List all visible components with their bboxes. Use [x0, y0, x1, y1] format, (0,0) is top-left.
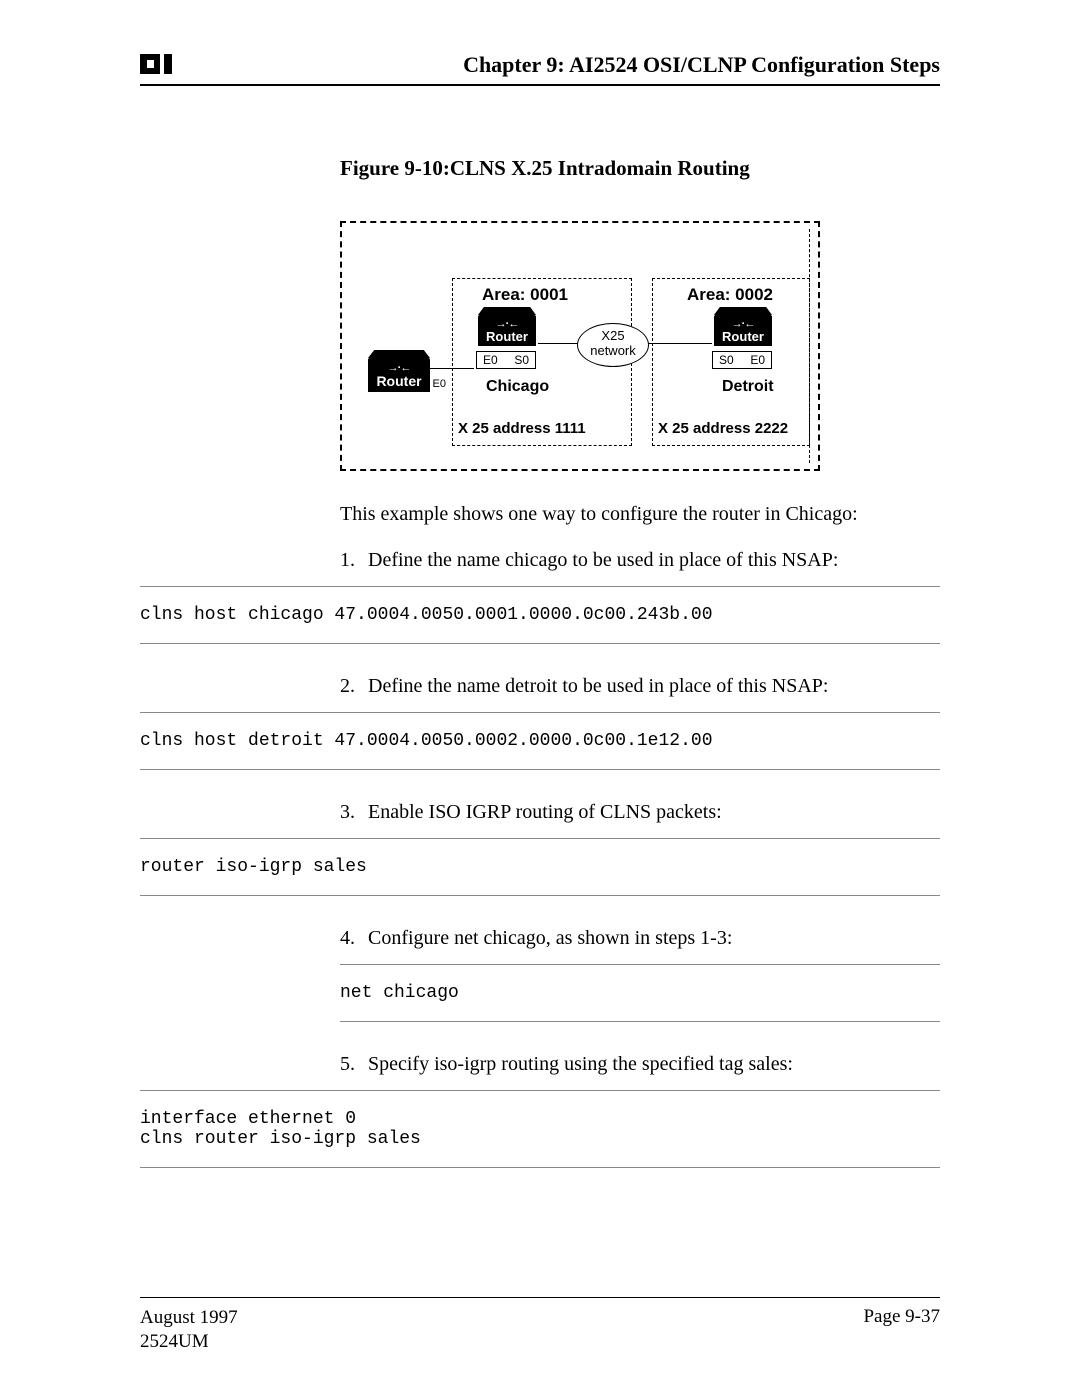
footer-docid: 2524UM	[140, 1331, 209, 1352]
step-item: 3. Enable ISO IGRP routing of CLNS packe…	[340, 798, 940, 826]
router-icon-chicago: →·← Router	[478, 315, 536, 346]
intro-text: This example shows one way to configure …	[340, 501, 940, 528]
x25-network-cloud: X25 network	[577, 323, 649, 367]
content-area: Figure 9-10:CLNS X.25 Intradomain Routin…	[340, 156, 940, 574]
logo-icon	[140, 50, 180, 78]
step-number: 4.	[340, 924, 368, 952]
city-label-detroit: Detroit	[722, 378, 774, 396]
area-label-2: Area: 0002	[687, 285, 773, 305]
link-line	[648, 343, 712, 344]
step-text: Enable ISO IGRP routing of CLNS packets:	[368, 798, 722, 826]
network-diagram: Area: 0001 Area: 0002 →·← Router E0 →·← …	[340, 221, 820, 471]
step-item: 2. Define the name detroit to be used in…	[340, 672, 940, 700]
page-header: Chapter 9: AI2524 OSI/CLNP Configuration…	[140, 50, 940, 86]
page-container: Chapter 9: AI2524 OSI/CLNP Configuration…	[0, 0, 1080, 1236]
router-icon-left: →·← Router E0	[368, 358, 430, 392]
step-number: 1.	[340, 546, 368, 574]
x25-label: network	[590, 343, 636, 358]
router-ports-detroit: S0 E0	[712, 351, 772, 369]
step-item: 5. Specify iso-igrp routing using the sp…	[340, 1050, 940, 1078]
link-line	[538, 343, 580, 344]
page-footer: August 1997 2524UM Page 9-37	[140, 1297, 940, 1355]
step-list: 1. Define the name chicago to be used in…	[340, 546, 940, 574]
code-block-5: interface ethernet 0 clns router iso-igr…	[140, 1090, 940, 1168]
port-e0: E0	[750, 353, 765, 367]
footer-date: August 1997	[140, 1307, 238, 1328]
router-ports-chicago: E0 S0	[476, 351, 536, 369]
port-s0: S0	[514, 353, 529, 367]
port-s0: S0	[719, 353, 734, 367]
area-label-1: Area: 0001	[482, 285, 568, 305]
port-e0: E0	[483, 353, 498, 367]
x25-address-2: X 25 address 2222	[658, 420, 788, 437]
link-line	[430, 368, 474, 369]
x25-address-1: X 25 address 1111	[458, 420, 586, 437]
step-item: 1. Define the name chicago to be used in…	[340, 546, 940, 574]
code-block-1: clns host chicago 47.0004.0050.0001.0000…	[140, 586, 940, 644]
chapter-title: Chapter 9: AI2524 OSI/CLNP Configuration…	[463, 52, 940, 78]
code-block-2: clns host detroit 47.0004.0050.0002.0000…	[140, 712, 940, 770]
step-text: Define the name detroit to be used in pl…	[368, 672, 828, 700]
x25-label: X25	[601, 328, 624, 343]
router-icon-detroit: →·← Router	[714, 315, 772, 346]
router-label: Router	[722, 329, 764, 344]
code-block-3: router iso-igrp sales	[140, 838, 940, 896]
step-number: 3.	[340, 798, 368, 826]
step-number: 2.	[340, 672, 368, 700]
step-text: Define the name chicago to be used in pl…	[368, 546, 838, 574]
router-label: Router	[376, 373, 421, 389]
step-number: 5.	[340, 1050, 368, 1078]
figure-caption: Figure 9-10:CLNS X.25 Intradomain Routin…	[340, 156, 940, 181]
port-e0-label: E0	[433, 378, 446, 390]
footer-page-number: Page 9-37	[863, 1306, 940, 1355]
city-label-chicago: Chicago	[486, 378, 549, 396]
step-text: Configure net chicago, as shown in steps…	[368, 924, 732, 952]
code-block-4: net chicago	[340, 964, 940, 1022]
step-text: Specify iso-igrp routing using the speci…	[368, 1050, 793, 1078]
step-item: 4. Configure net chicago, as shown in st…	[340, 924, 940, 952]
router-label: Router	[486, 329, 528, 344]
